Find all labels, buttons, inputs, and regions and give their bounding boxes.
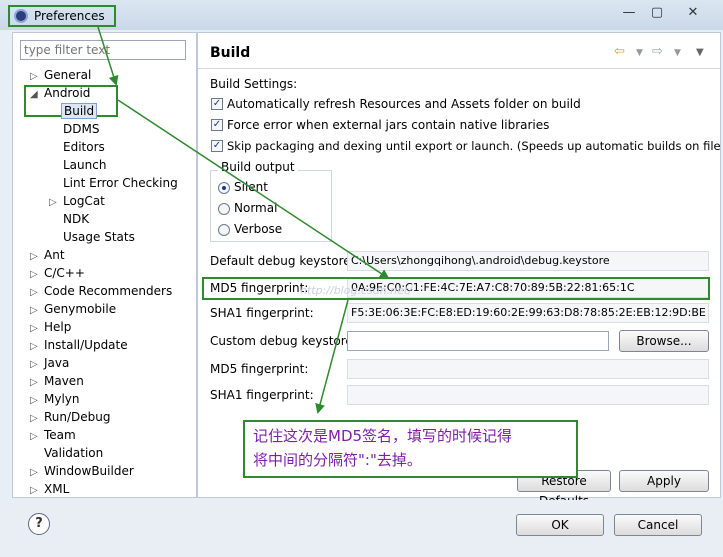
- refresh-resources-checkbox[interactable]: ✓: [211, 98, 223, 110]
- skip-packaging-checkbox[interactable]: ✓: [211, 140, 223, 152]
- silent-label: Silent: [234, 180, 268, 194]
- normal-radio[interactable]: [218, 203, 230, 215]
- silent-radio[interactable]: [218, 182, 230, 194]
- chevron-down-icon[interactable]: ▼: [674, 48, 681, 58]
- close-icon[interactable]: ✕: [684, 6, 702, 22]
- tree-item-install-update[interactable]: Install/Update: [44, 338, 128, 352]
- expand-arrow-icon[interactable]: ▷: [30, 323, 38, 334]
- chevron-down-icon[interactable]: ▼: [636, 48, 643, 58]
- custom-keystore-label: Custom debug keystore:: [210, 334, 357, 348]
- default-keystore-field[interactable]: C:\Users\zhongqihong\.android\debug.keys…: [347, 251, 709, 271]
- tree-item-cpp[interactable]: C/C++: [44, 266, 85, 280]
- sha1-field[interactable]: F5:3E:06:3E:FC:E8:ED:19:60:2E:99:63:D8:7…: [347, 303, 709, 323]
- cancel-button[interactable]: Cancel: [614, 514, 702, 536]
- custom-md5-label: MD5 fingerprint:: [210, 362, 309, 376]
- ok-button[interactable]: OK: [516, 514, 604, 536]
- expand-arrow-icon[interactable]: ▷: [30, 467, 38, 478]
- verbose-radio[interactable]: [218, 224, 230, 236]
- force-error-label: Force error when external jars contain n…: [227, 118, 550, 132]
- expand-arrow-icon[interactable]: ▷: [30, 305, 38, 316]
- expand-arrow-icon[interactable]: ▷: [30, 359, 38, 370]
- page-title: Build: [210, 45, 251, 61]
- tree-item-run-debug[interactable]: Run/Debug: [44, 410, 111, 424]
- build-output-title: Build output: [218, 160, 298, 174]
- expand-arrow-icon[interactable]: ▷: [30, 431, 38, 442]
- custom-keystore-input[interactable]: [347, 331, 609, 351]
- tree-item-logcat[interactable]: LogCat: [63, 194, 105, 208]
- verbose-label: Verbose: [234, 222, 283, 236]
- expand-arrow-icon[interactable]: ▷: [30, 377, 38, 388]
- tree-item-team[interactable]: Team: [44, 428, 76, 442]
- md5-highlight-box: [202, 277, 710, 300]
- expand-arrow-icon[interactable]: ▷: [30, 485, 38, 496]
- maximize-icon[interactable]: ▢: [648, 6, 666, 22]
- annotation-line-2: 将中间的分隔符":"去掉。: [253, 451, 422, 469]
- tree-item-help[interactable]: Help: [44, 320, 71, 334]
- browse-button[interactable]: Browse...: [619, 330, 709, 352]
- tree-item-general[interactable]: General: [44, 68, 91, 82]
- forward-arrow-icon[interactable]: ⇨: [652, 44, 663, 59]
- custom-sha1-label: SHA1 fingerprint:: [210, 388, 314, 402]
- tree-item-ddms[interactable]: DDMS: [63, 122, 99, 136]
- force-error-checkbox[interactable]: ✓: [211, 119, 223, 131]
- expand-arrow-icon[interactable]: ▷: [49, 197, 57, 208]
- refresh-resources-label: Automatically refresh Resources and Asse…: [227, 97, 581, 111]
- view-menu-icon[interactable]: ▼: [696, 47, 704, 58]
- tree-item-ant[interactable]: Ant: [44, 248, 65, 262]
- minimize-icon[interactable]: —: [620, 6, 638, 22]
- tree-item-ndk[interactable]: NDK: [63, 212, 89, 226]
- sha1-label: SHA1 fingerprint:: [210, 306, 314, 320]
- tree-item-java[interactable]: Java: [44, 356, 69, 370]
- tree-item-code-recommenders[interactable]: Code Recommenders: [44, 284, 172, 298]
- expand-arrow-icon[interactable]: ▷: [30, 341, 38, 352]
- custom-sha1-field[interactable]: [347, 385, 709, 405]
- tree-item-mylyn[interactable]: Mylyn: [44, 392, 80, 406]
- title-separator: [198, 68, 720, 69]
- expand-arrow-icon[interactable]: ▷: [30, 395, 38, 406]
- help-icon[interactable]: ?: [28, 513, 50, 535]
- normal-label: Normal: [234, 201, 278, 215]
- expand-arrow-icon[interactable]: ▷: [30, 287, 38, 298]
- skip-packaging-label: Skip packaging and dexing until export o…: [227, 139, 723, 153]
- tree-item-maven[interactable]: Maven: [44, 374, 84, 388]
- title-highlight-box: [8, 5, 116, 27]
- tree-item-launch[interactable]: Launch: [63, 158, 106, 172]
- expand-arrow-icon[interactable]: ▷: [30, 269, 38, 280]
- tree-item-validation[interactable]: Validation: [44, 446, 103, 460]
- default-keystore-label: Default debug keystore:: [210, 254, 355, 268]
- tree-item-build[interactable]: Build: [61, 103, 98, 119]
- tree-item-editors[interactable]: Editors: [63, 140, 105, 154]
- tree-item-usage-stats[interactable]: Usage Stats: [63, 230, 135, 244]
- custom-md5-field[interactable]: [347, 359, 709, 379]
- expand-arrow-icon[interactable]: ▷: [30, 71, 38, 82]
- expand-arrow-icon[interactable]: ▷: [30, 413, 38, 424]
- annotation-note: 记住这次是MD5签名，填写的时候记得 将中间的分隔符":"去掉。: [243, 420, 578, 478]
- expand-arrow-icon[interactable]: ▷: [30, 251, 38, 262]
- back-arrow-icon[interactable]: ⇦: [614, 44, 625, 59]
- annotation-line-1: 记住这次是MD5签名，填写的时候记得: [253, 427, 513, 445]
- build-settings-label: Build Settings:: [210, 77, 298, 91]
- tree-item-genymobile[interactable]: Genymobile: [44, 302, 116, 316]
- tree-item-windowbuilder[interactable]: WindowBuilder: [44, 464, 134, 478]
- apply-button[interactable]: Apply: [619, 470, 709, 492]
- filter-input[interactable]: [20, 40, 186, 60]
- tree-item-lint[interactable]: Lint Error Checking: [63, 176, 178, 190]
- tree-item-xml[interactable]: XML: [44, 482, 69, 496]
